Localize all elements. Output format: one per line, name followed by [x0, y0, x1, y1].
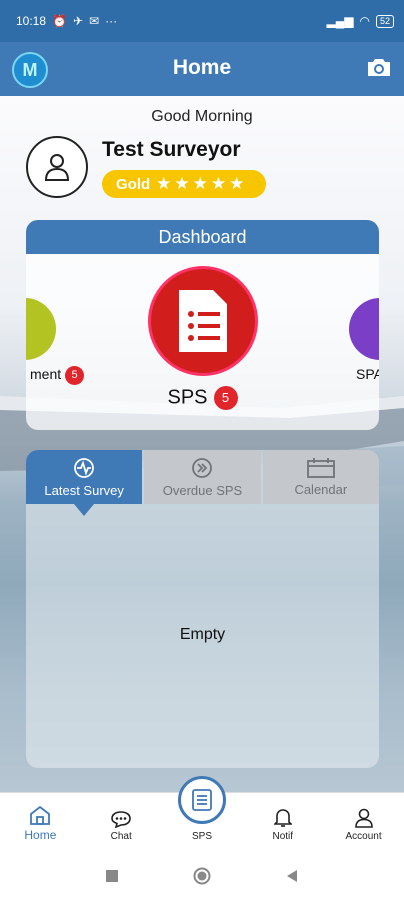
tab-bar: Latest Survey Overdue SPS Calendar — [26, 450, 379, 516]
bird-icon: ✈ — [72, 14, 84, 28]
signal-icon: ▂▄▆ — [326, 14, 354, 28]
assignment-count-badge: 5 — [65, 366, 85, 385]
nav-notif[interactable]: Notif — [242, 793, 323, 852]
tier-badge: Gold ★★★★★ — [102, 170, 266, 198]
camera-icon[interactable] — [366, 56, 392, 78]
home-circle-icon[interactable] — [193, 867, 211, 885]
mail-icon: ✉ — [89, 14, 100, 28]
sps-icon[interactable] — [148, 266, 258, 376]
user-icon — [44, 154, 70, 181]
assignment-icon[interactable] — [26, 298, 56, 360]
dashboard-title: Dashboard — [26, 220, 379, 254]
calendar-icon — [306, 457, 335, 478]
account-icon — [354, 808, 373, 828]
spa-label[interactable]: SPA — [356, 366, 379, 382]
tab-calendar[interactable]: Calendar — [262, 450, 379, 504]
alarm-icon: ⏰ — [52, 14, 67, 28]
dashboard-card: Dashboard ment 5 SPS 5 SPA — [26, 220, 379, 430]
spa-icon[interactable] — [349, 298, 379, 360]
document-icon — [192, 789, 212, 811]
double-chevron-icon — [192, 457, 213, 478]
user-name: Test Surveyor — [102, 138, 241, 161]
activity-icon — [74, 457, 95, 478]
sps-label[interactable]: SPS 5 — [26, 386, 379, 410]
nav-account[interactable]: Account — [323, 793, 404, 852]
tab-overdue-sps[interactable]: Overdue SPS — [144, 450, 261, 504]
bell-icon — [273, 809, 292, 827]
wifi-icon: ◠ — [359, 14, 370, 28]
empty-state-text: Empty — [179, 626, 226, 643]
survey-tabs-card: Latest Survey Overdue SPS Calendar Empty — [26, 450, 379, 768]
home-icon — [30, 805, 51, 825]
system-nav-bar — [0, 852, 404, 900]
battery-icon: 52 — [375, 14, 394, 28]
back-icon[interactable] — [285, 869, 299, 883]
nav-home[interactable]: Home — [0, 793, 81, 852]
page-title: Home — [172, 56, 232, 79]
sps-fab-button[interactable] — [178, 776, 226, 824]
tab-latest-survey[interactable]: Latest Survey — [26, 450, 143, 516]
greeting-text: Good Morning — [151, 108, 253, 125]
assignment-label[interactable]: ment 5 — [30, 366, 85, 385]
dashboard-carousel[interactable]: ment 5 SPS 5 SPA — [26, 254, 379, 430]
rating-stars: ★★★★★ — [156, 174, 248, 193]
recents-icon[interactable] — [105, 869, 119, 883]
status-time: 10:18 — [16, 14, 47, 28]
tier-label: Gold — [116, 175, 151, 193]
app-bar: M Home — [0, 42, 404, 96]
document-list-icon — [179, 290, 227, 352]
nav-chat[interactable]: Chat — [81, 793, 162, 852]
status-bar: 10:18 ⏰ ✈ ✉ ··· ▂▄▆ ◠ 52 — [0, 0, 404, 42]
avatar[interactable] — [26, 136, 88, 198]
sps-count-badge: 5 — [213, 386, 238, 410]
chat-icon — [111, 811, 131, 828]
more-dots-icon: ··· — [105, 14, 118, 28]
